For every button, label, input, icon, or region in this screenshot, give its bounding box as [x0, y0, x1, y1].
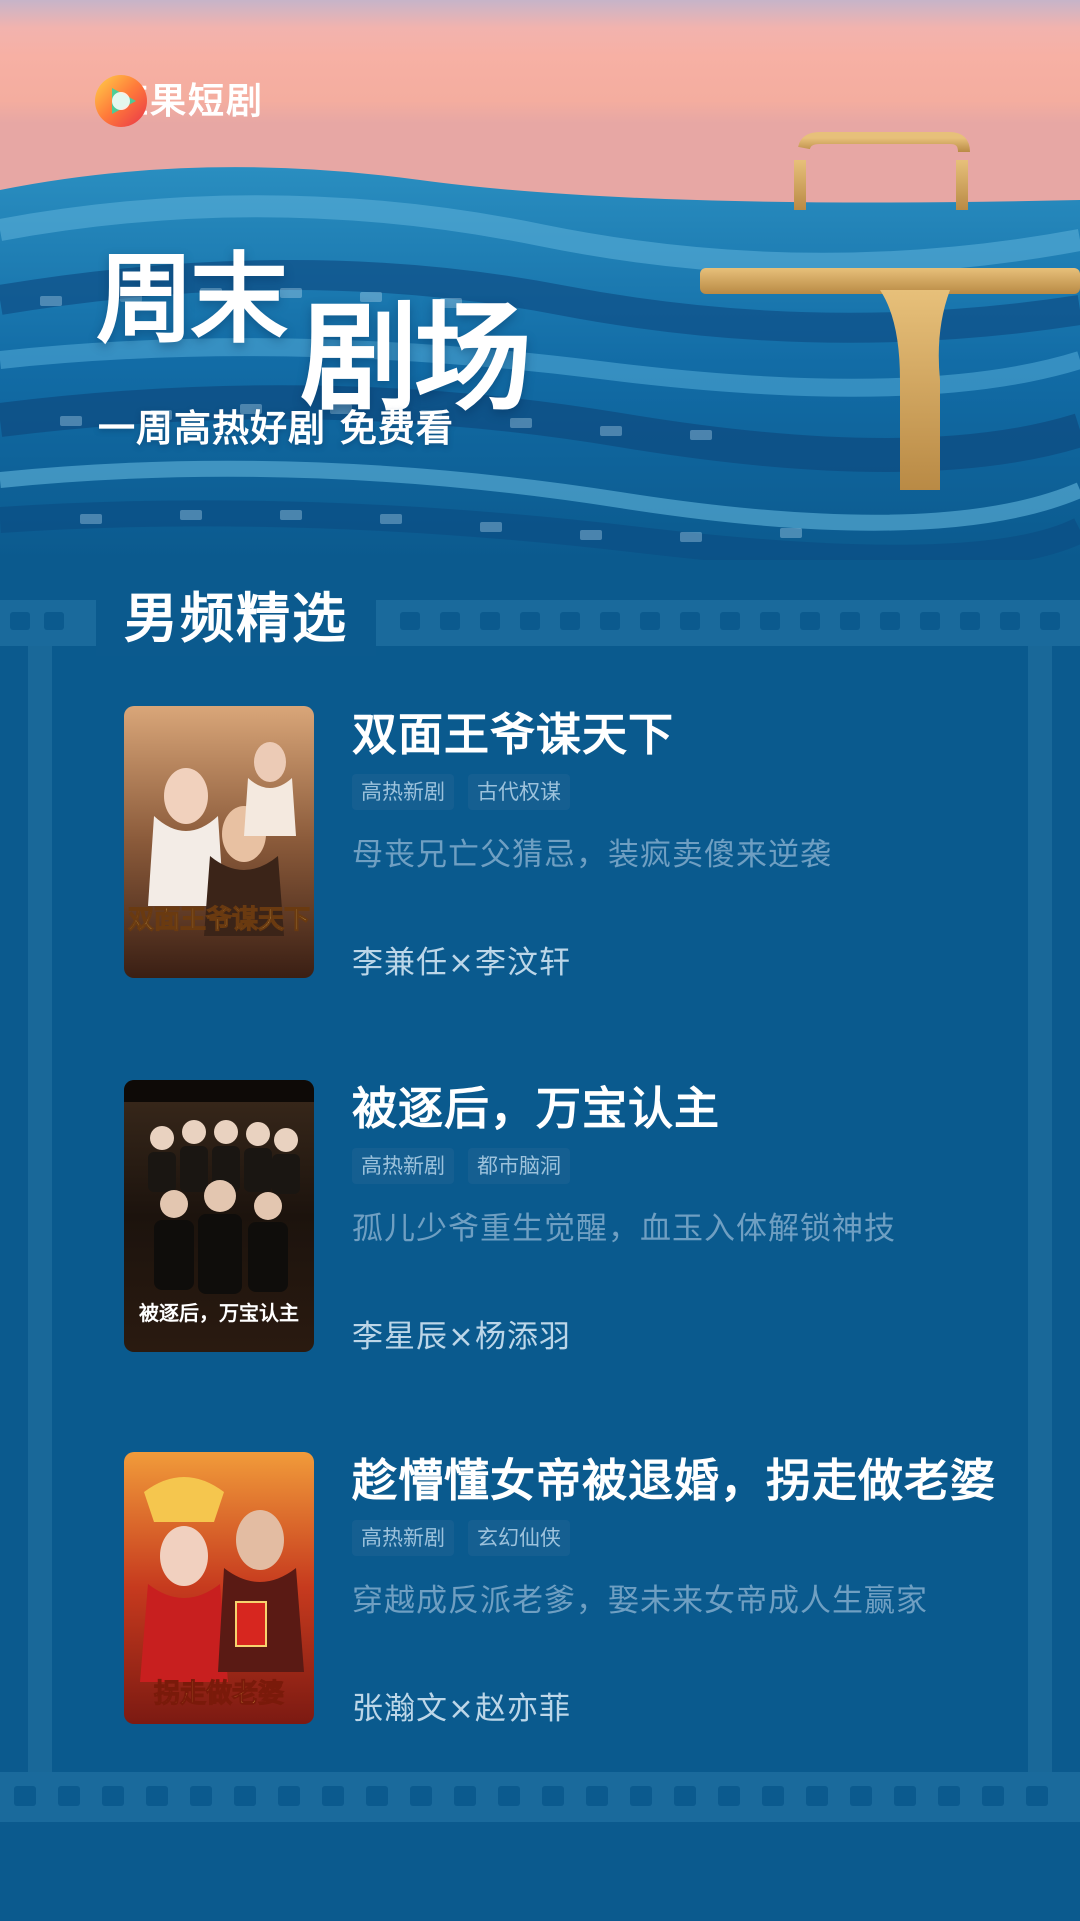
drama-tags: 高热新剧 玄幻仙侠	[352, 1520, 1032, 1556]
brand-logo-icon	[95, 75, 147, 127]
drama-tags: 高热新剧 古代权谋	[352, 774, 1032, 810]
drama-cast: 李兼任×李汶轩	[352, 945, 571, 981]
tag-badge: 都市脑洞	[468, 1148, 570, 1184]
tag-badge: 古代权谋	[468, 774, 570, 810]
poster-image: 拐走做老婆	[124, 1452, 314, 1724]
hero-title-part1: 周末	[96, 242, 288, 357]
drama-card[interactable]: 拐走做老婆 趁懵懂女帝被退婚，拐走做老婆 高热新剧 玄幻仙侠 穿越成反派老爹，娶…	[124, 1452, 1024, 1727]
poster-title: 拐走做老婆	[154, 1679, 284, 1709]
section-title: 男频精选	[96, 580, 376, 656]
drama-poster[interactable]: 拐走做老婆	[124, 1452, 314, 1724]
hero-subtitle: 一周高热好剧 免费看	[98, 407, 454, 450]
drama-card[interactable]: 双面王爷谋天下 双面王爷谋天下 高热新剧 古代权谋 母丧兄亡父猜忌，装疯卖傻来逆…	[124, 706, 1024, 981]
film-rail-left	[28, 646, 52, 1772]
tag-badge: 高热新剧	[352, 1148, 454, 1184]
drama-info: 双面王爷谋天下 高热新剧 古代权谋 母丧兄亡父猜忌，装疯卖傻来逆袭 李兼任×李汶…	[352, 706, 1032, 990]
drama-description: 母丧兄亡父猜忌，装疯卖傻来逆袭	[352, 837, 832, 873]
drama-poster[interactable]: 被逐后，万宝认主	[124, 1080, 314, 1352]
drama-card[interactable]: 被逐后，万宝认主 被逐后，万宝认主 高热新剧 都市脑洞 孤儿少爷重生觉醒，血玉入…	[124, 1080, 1024, 1355]
poster-image: 被逐后，万宝认主	[124, 1080, 314, 1352]
drama-info: 趁懵懂女帝被退婚，拐走做老婆 高热新剧 玄幻仙侠 穿越成反派老爹，娶未来女帝成人…	[352, 1452, 1032, 1736]
drama-description: 穿越成反派老爹，娶未来女帝成人生赢家	[352, 1583, 928, 1619]
drama-info: 被逐后，万宝认主 高热新剧 都市脑洞 孤儿少爷重生觉醒，血玉入体解锁神技 李星辰…	[352, 1080, 1032, 1364]
drama-title[interactable]: 双面王爷谋天下	[352, 706, 1032, 764]
drama-cast: 张瀚文×赵亦菲	[352, 1691, 571, 1727]
tag-badge: 高热新剧	[352, 774, 454, 810]
drama-cast: 李星辰×杨添羽	[352, 1319, 571, 1355]
drama-title[interactable]: 趁懵懂女帝被退婚，拐走做老婆	[352, 1452, 1032, 1510]
poster-title: 双面王爷谋天下	[128, 905, 310, 935]
poster-title: 被逐后，万宝认主	[139, 1301, 299, 1325]
poster-image: 双面王爷谋天下	[124, 706, 314, 978]
film-strip-bottom	[0, 1772, 1080, 1822]
drama-title[interactable]: 被逐后，万宝认主	[352, 1080, 1032, 1138]
drama-tags: 高热新剧 都市脑洞	[352, 1148, 1032, 1184]
tag-badge: 高热新剧	[352, 1520, 454, 1556]
drama-description: 孤儿少爷重生觉醒，血玉入体解锁神技	[352, 1211, 896, 1247]
hero-banner: 红果短剧 周末 剧场 一周高热好剧 免费看	[0, 0, 1080, 560]
brand-logo: 红果短剧	[92, 72, 264, 127]
tag-badge: 玄幻仙侠	[468, 1520, 570, 1556]
drama-poster[interactable]: 双面王爷谋天下	[124, 706, 314, 978]
